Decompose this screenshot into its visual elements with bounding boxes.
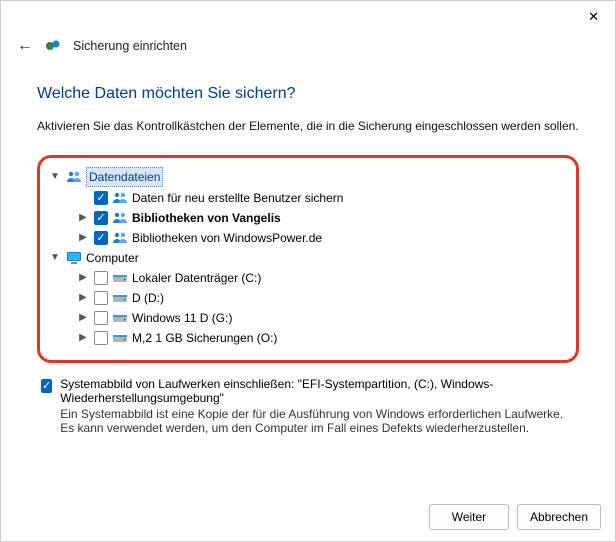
chevron-down-icon[interactable]: ▼ bbox=[48, 249, 62, 267]
tree-label: Datendateien bbox=[86, 167, 163, 187]
system-image-option: ✓ Systemabbild von Laufwerken einschließ… bbox=[37, 377, 579, 435]
chevron-right-icon[interactable]: ▶ bbox=[76, 269, 90, 287]
chevron-right-icon[interactable]: ▶ bbox=[76, 229, 90, 247]
checkbox[interactable] bbox=[94, 271, 108, 285]
tree-label: D (D:) bbox=[132, 289, 164, 307]
tree-node-drive-c[interactable]: ▶ Lokaler Datenträger (C:) bbox=[76, 268, 568, 288]
page-instruction: Aktivieren Sie das Kontrollkästchen der … bbox=[37, 119, 579, 133]
drive-icon bbox=[112, 290, 128, 306]
chevron-right-icon[interactable]: ▶ bbox=[76, 289, 90, 307]
tree-node-new-users[interactable]: ▶ ✓ Daten für neu erstellte Benutzer sic… bbox=[76, 188, 568, 208]
cancel-button[interactable]: Abbrechen bbox=[517, 504, 601, 530]
wizard-footer: Weiter Abbrechen bbox=[1, 493, 615, 541]
system-image-description: Ein Systemabbild ist eine Kopie der für … bbox=[60, 407, 575, 435]
tree-label: Daten für neu erstellte Benutzer sichern bbox=[132, 189, 343, 207]
tree-node-lib-vangelis[interactable]: ▶ ✓ Bibliotheken von Vangelis bbox=[76, 208, 568, 228]
checkbox-system-image[interactable]: ✓ bbox=[41, 379, 52, 393]
tree-node-drive-g[interactable]: ▶ Windows 11 D (G:) bbox=[76, 308, 568, 328]
tree-label: Bibliotheken von Vangelis bbox=[132, 209, 281, 227]
tree-node-lib-wp[interactable]: ▶ ✓ Bibliotheken von WindowsPower.de bbox=[76, 228, 568, 248]
people-icon bbox=[66, 169, 82, 185]
people-icon bbox=[112, 190, 128, 206]
selection-tree: ▼ Datendateien ▶ ✓ Daten für neu erstell… bbox=[48, 166, 568, 348]
people-icon bbox=[112, 210, 128, 226]
chevron-right-icon[interactable]: ▶ bbox=[76, 329, 90, 347]
back-arrow-icon[interactable]: ← bbox=[17, 37, 33, 55]
tree-node-drive-o[interactable]: ▶ M,2 1 GB Sicherungen (O:) bbox=[76, 328, 568, 348]
tree-label: Bibliotheken von WindowsPower.de bbox=[132, 229, 322, 247]
page-headline: Welche Daten möchten Sie sichern? bbox=[37, 85, 579, 103]
tree-node-computer[interactable]: ▼ Computer bbox=[48, 248, 568, 268]
tree-label: Computer bbox=[86, 249, 139, 267]
checkbox[interactable]: ✓ bbox=[94, 231, 108, 245]
drive-icon bbox=[112, 270, 128, 286]
chevron-right-icon[interactable]: ▶ bbox=[76, 309, 90, 327]
checkbox[interactable]: ✓ bbox=[94, 191, 108, 205]
checkbox[interactable] bbox=[94, 291, 108, 305]
close-icon[interactable]: ✕ bbox=[580, 5, 607, 29]
tree-node-datafiles[interactable]: ▼ Datendateien bbox=[48, 166, 568, 188]
people-icon bbox=[112, 230, 128, 246]
drive-icon bbox=[112, 330, 128, 346]
backup-wizard-icon bbox=[45, 38, 61, 54]
tree-node-drive-d[interactable]: ▶ D (D:) bbox=[76, 288, 568, 308]
system-image-label: Systemabbild von Laufwerken einschließen… bbox=[60, 377, 575, 405]
checkbox[interactable] bbox=[94, 311, 108, 325]
next-button[interactable]: Weiter bbox=[429, 504, 509, 530]
tree-label: M,2 1 GB Sicherungen (O:) bbox=[132, 329, 277, 347]
wizard-header: ← Sicherung einrichten bbox=[1, 33, 615, 63]
selection-tree-highlight: ▼ Datendateien ▶ ✓ Daten für neu erstell… bbox=[37, 155, 579, 363]
chevron-down-icon[interactable]: ▼ bbox=[48, 168, 62, 186]
drive-icon bbox=[112, 310, 128, 326]
checkbox[interactable] bbox=[94, 331, 108, 345]
checkbox[interactable]: ✓ bbox=[94, 211, 108, 225]
tree-label: Windows 11 D (G:) bbox=[132, 309, 232, 327]
tree-label: Lokaler Datenträger (C:) bbox=[132, 269, 261, 287]
monitor-icon bbox=[66, 250, 82, 266]
wizard-title: Sicherung einrichten bbox=[73, 39, 187, 53]
chevron-right-icon[interactable]: ▶ bbox=[76, 209, 90, 227]
